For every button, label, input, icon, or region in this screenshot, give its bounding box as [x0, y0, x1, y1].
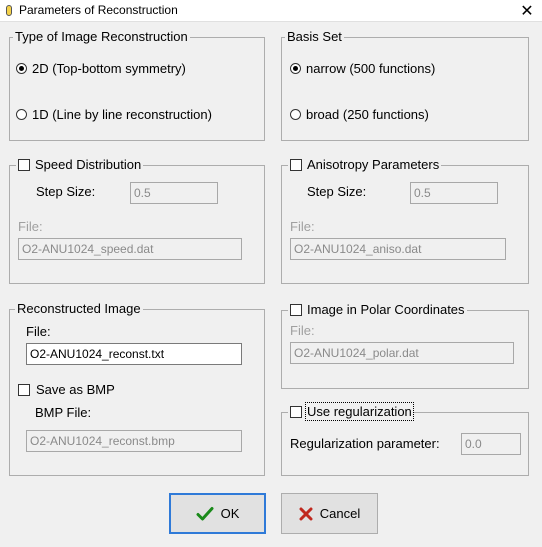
radio-narrow[interactable]: narrow (500 functions) [290, 61, 435, 76]
cross-icon [299, 507, 313, 520]
radio-broad-label: broad (250 functions) [306, 107, 429, 122]
recon-file-input[interactable]: O2-ANU1024_reconst.txt [26, 343, 242, 365]
ok-button-label: OK [220, 506, 240, 521]
radio-2d-indicator[interactable] [16, 63, 27, 74]
regularization-param-input[interactable]: 0.0 [461, 433, 521, 455]
speed-step-label: Step Size: [36, 184, 96, 199]
polar-file-input[interactable]: O2-ANU1024_polar.dat [290, 342, 514, 364]
recon-file-label: File: [26, 324, 51, 339]
radio-narrow-label: narrow (500 functions) [306, 61, 436, 76]
checkmark-icon [196, 506, 214, 520]
radio-broad-indicator[interactable] [290, 109, 301, 120]
reconstructed-image-group: Reconstructed Image File: O2-ANU1024_rec… [9, 301, 265, 476]
save-bmp-toggle[interactable]: Save as BMP [18, 382, 115, 397]
bmp-file-label: BMP File: [35, 405, 92, 420]
regularization-toggle[interactable]: Use regularization [288, 402, 414, 421]
aniso-file-input[interactable]: O2-ANU1024_aniso.dat [290, 238, 506, 260]
reconstructed-image-title: Reconstructed Image [15, 301, 143, 316]
radio-1d-label: 1D (Line by line reconstruction) [32, 107, 212, 122]
polar-coordinates-checkbox[interactable] [290, 303, 302, 316]
radio-1d[interactable]: 1D (Line by line reconstruction) [16, 107, 212, 122]
cancel-button-label: Cancel [319, 506, 361, 521]
polar-coordinates-toggle[interactable]: Image in Polar Coordinates [288, 302, 467, 317]
radio-broad[interactable]: broad (250 functions) [290, 107, 429, 122]
reconstruction-type-title: Type of Image Reconstruction [13, 29, 190, 44]
regularization-group: Use regularization Regularization parame… [281, 402, 529, 476]
anisotropy-group: Anisotropy Parameters Step Size: 0.5 Fil… [281, 157, 529, 284]
polar-coordinates-title: Image in Polar Coordinates [307, 302, 465, 317]
anisotropy-checkbox[interactable] [290, 158, 302, 171]
speed-distribution-title: Speed Distribution [35, 157, 142, 172]
anisotropy-title: Anisotropy Parameters [307, 157, 440, 172]
speed-step-input[interactable]: 0.5 [130, 182, 218, 204]
app-icon [6, 5, 12, 16]
aniso-file-label: File: [290, 219, 315, 234]
title-bar[interactable]: Parameters of Reconstruction ✕ [0, 0, 542, 22]
save-bmp-checkbox[interactable] [18, 383, 30, 396]
polar-file-label: File: [290, 323, 315, 338]
regularization-title: Use regularization [305, 402, 414, 421]
speed-file-label: File: [18, 219, 43, 234]
aniso-step-input[interactable]: 0.5 [410, 182, 498, 204]
reconstruction-type-group: Type of Image Reconstruction 2D (Top-bot… [9, 29, 265, 141]
basis-set-group: Basis Set narrow (500 functions) broad (… [281, 29, 529, 141]
dialog-window: Parameters of Reconstruction ✕ Type of I… [0, 0, 542, 547]
ok-button[interactable]: OK [169, 493, 266, 534]
radio-narrow-indicator[interactable] [290, 63, 301, 74]
aniso-step-label: Step Size: [307, 184, 367, 199]
radio-2d-label: 2D (Top-bottom symmetry) [32, 61, 186, 76]
regularization-checkbox[interactable] [290, 405, 302, 418]
speed-distribution-toggle[interactable]: Speed Distribution [16, 157, 144, 172]
window-title: Parameters of Reconstruction [19, 3, 178, 17]
speed-file-input[interactable]: O2-ANU1024_speed.dat [18, 238, 242, 260]
anisotropy-toggle[interactable]: Anisotropy Parameters [288, 157, 442, 172]
regularization-param-label: Regularization parameter: [290, 436, 440, 451]
close-button[interactable]: ✕ [512, 0, 542, 22]
bmp-file-input[interactable]: O2-ANU1024_reconst.bmp [26, 430, 242, 452]
radio-2d[interactable]: 2D (Top-bottom symmetry) [16, 61, 186, 76]
save-bmp-label: Save as BMP [36, 382, 115, 397]
basis-set-title: Basis Set [285, 29, 344, 44]
polar-coordinates-group: Image in Polar Coordinates File: O2-ANU1… [281, 302, 529, 389]
speed-distribution-checkbox[interactable] [18, 158, 30, 171]
cancel-button[interactable]: Cancel [281, 493, 378, 534]
close-icon: ✕ [520, 3, 534, 20]
speed-distribution-group: Speed Distribution Step Size: 0.5 File: … [9, 157, 265, 284]
radio-1d-indicator[interactable] [16, 109, 27, 120]
